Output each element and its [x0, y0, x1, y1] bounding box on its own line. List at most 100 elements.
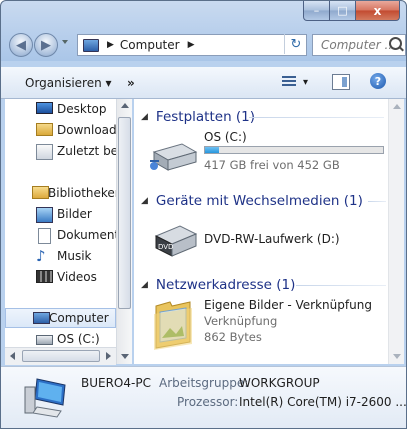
group-divider [368, 201, 386, 202]
collapse-chevron-icon[interactable]: ◢ [141, 280, 148, 290]
desktop-icon [36, 102, 53, 114]
libraries-icon [32, 186, 49, 199]
sidebar-item-label: OS (C:) [57, 332, 100, 346]
collapse-chevron-icon[interactable]: ◢ [141, 112, 148, 122]
group-header-hard-drives[interactable]: ◢ Festplatten (1) [141, 108, 255, 126]
computer-icon [24, 378, 66, 418]
scrollbar-thumb[interactable] [118, 117, 131, 309]
sidebar-item-label: Dokumente [57, 228, 116, 242]
group-header-removable[interactable]: ◢ Geräte mit Wechselmedien (1) [141, 192, 363, 210]
sidebar-item-documents[interactable]: Dokumente [5, 225, 116, 245]
dvd-drive-tile[interactable]: DVD DVD-RW-Laufwerk (D:) [148, 216, 388, 262]
sidebar-item-recent-places[interactable]: Zuletzt bes [5, 141, 116, 161]
processor-label: Prozessor: [177, 395, 239, 409]
pictures-icon [36, 207, 53, 223]
organize-button[interactable]: Organisieren ▾ [25, 76, 112, 90]
shortcut-size: 862 Bytes [204, 330, 262, 344]
scroll-left-arrow-icon[interactable] [10, 352, 15, 360]
caption-buttons: – □ x [303, 1, 400, 21]
more-commands-button[interactable]: » [127, 76, 135, 90]
minimize-button[interactable]: – [303, 1, 330, 21]
file-list: ◢ Festplatten (1) OS (C:) 417 GB frei vo… [134, 99, 404, 364]
scroll-down-arrow-icon[interactable] [121, 354, 129, 359]
details-pane: BUERO4-PC Arbeitsgruppe: WORKGROUP Proze… [1, 366, 407, 428]
computer-icon [33, 312, 50, 324]
group-title: Netzwerkadresse (1) [155, 277, 296, 293]
sidebar-item-label: Computer [49, 311, 109, 325]
recent-pages-dropdown-icon[interactable] [62, 40, 68, 44]
preview-pane-icon[interactable] [332, 74, 350, 90]
navigation-pane-horizontal-scrollbar[interactable] [5, 347, 116, 365]
search-input[interactable]: Computer ... [321, 38, 396, 52]
address-bar[interactable]: ▶ Computer ▶ [77, 34, 307, 56]
drive-usage-bar [204, 146, 384, 154]
drive-c-free-space: 417 GB frei von 452 GB [204, 158, 340, 172]
scroll-right-arrow-icon[interactable] [106, 352, 111, 360]
refresh-button[interactable]: ↻ [284, 34, 307, 54]
search-icon [389, 37, 402, 50]
scroll-up-arrow-icon[interactable] [393, 104, 401, 109]
back-arrow-icon: ◀ [16, 37, 26, 53]
sidebar-item-videos[interactable]: Videos [5, 267, 116, 287]
close-button[interactable]: x [356, 1, 400, 21]
sidebar-item-computer[interactable]: Computer [5, 308, 116, 328]
group-header-network[interactable]: ◢ Netzwerkadresse (1) [141, 276, 295, 294]
group-title: Geräte mit Wechselmedien (1) [155, 193, 363, 209]
sidebar-item-label: Bibliotheken [48, 186, 116, 200]
explorer-window: – □ x ◀ ▶ ▶ Computer ▶ ↻ Computer ... Or… [0, 0, 407, 429]
breadcrumb-expand[interactable]: ▶ [188, 40, 195, 50]
refresh-icon: ↻ [290, 36, 302, 52]
search-box[interactable]: Computer ... [312, 34, 406, 56]
maximize-button[interactable]: □ [330, 1, 356, 21]
sidebar-item-label: Videos [57, 270, 97, 284]
forward-button[interactable]: ▶ [34, 33, 58, 57]
drive-icon [36, 335, 53, 345]
dvd-badge: DVD [158, 243, 173, 251]
sidebar-item-label: Zuletzt bes [57, 144, 116, 158]
forward-arrow-icon: ▶ [41, 37, 51, 53]
sidebar-item-music[interactable]: ♪ Musik [5, 246, 116, 266]
horizontal-scrollbar-thumb[interactable] [22, 350, 100, 362]
view-options-dropdown[interactable]: ▾ [303, 77, 308, 88]
computer-name: BUERO4-PC [81, 376, 151, 390]
group-divider [296, 285, 386, 286]
help-button[interactable]: ? [370, 73, 386, 89]
command-bar: Organisieren ▾ » ▾ ? [1, 67, 406, 99]
file-list-scrollbar[interactable] [388, 99, 404, 364]
recent-places-icon [36, 144, 53, 160]
videos-icon [36, 270, 53, 283]
workgroup-value: WORKGROUP [239, 376, 320, 390]
group-title: Festplatten (1) [155, 109, 256, 125]
drive-c-name: OS (C:) [204, 130, 247, 144]
breadcrumb-separator[interactable]: ▶ [107, 40, 114, 50]
sidebar-item-label: Bilder [57, 207, 92, 221]
workgroup-label: Arbeitsgruppe: [159, 376, 249, 390]
shortcut-type: Verknüpfung [204, 314, 278, 328]
sidebar-item-label: Desktop [57, 102, 107, 116]
sidebar-item-desktop[interactable]: Desktop [5, 99, 116, 119]
music-icon: ♪ [36, 247, 46, 265]
navigation-pane-scrollbar[interactable] [116, 99, 132, 364]
shortcut-folder-icon [154, 301, 192, 350]
sidebar-item-label: Downloads [57, 123, 116, 137]
downloads-icon [36, 123, 53, 136]
dvd-drive-icon: DVD [154, 225, 198, 257]
shortcut-name: Eigene Bilder - Verknüpfung [204, 298, 372, 312]
scroll-up-arrow-icon[interactable] [121, 103, 129, 108]
back-button[interactable]: ◀ [9, 33, 33, 57]
sidebar-item-downloads[interactable]: Downloads [5, 120, 116, 140]
breadcrumb-computer[interactable]: Computer [120, 38, 180, 52]
documents-icon [38, 228, 51, 244]
shortcut-tile[interactable]: Eigene Bilder - Verknüpfung Verknüpfung … [148, 298, 388, 352]
group-divider [249, 117, 384, 118]
collapse-chevron-icon[interactable]: ◢ [141, 196, 148, 206]
sidebar-item-label: Musik [57, 249, 92, 263]
sidebar-item-drive-c[interactable]: OS (C:) [5, 329, 116, 349]
processor-value: Intel(R) Core(TM) i7-2600 ... [239, 395, 407, 409]
sidebar-item-libraries[interactable]: Bibliotheken [5, 183, 116, 203]
sidebar-item-pictures[interactable]: Bilder [5, 204, 116, 224]
drive-c-tile[interactable]: OS (C:) 417 GB frei von 452 GB [148, 130, 388, 180]
scroll-down-arrow-icon[interactable] [393, 354, 401, 359]
computer-icon [83, 38, 99, 52]
change-view-icon[interactable] [282, 75, 296, 89]
